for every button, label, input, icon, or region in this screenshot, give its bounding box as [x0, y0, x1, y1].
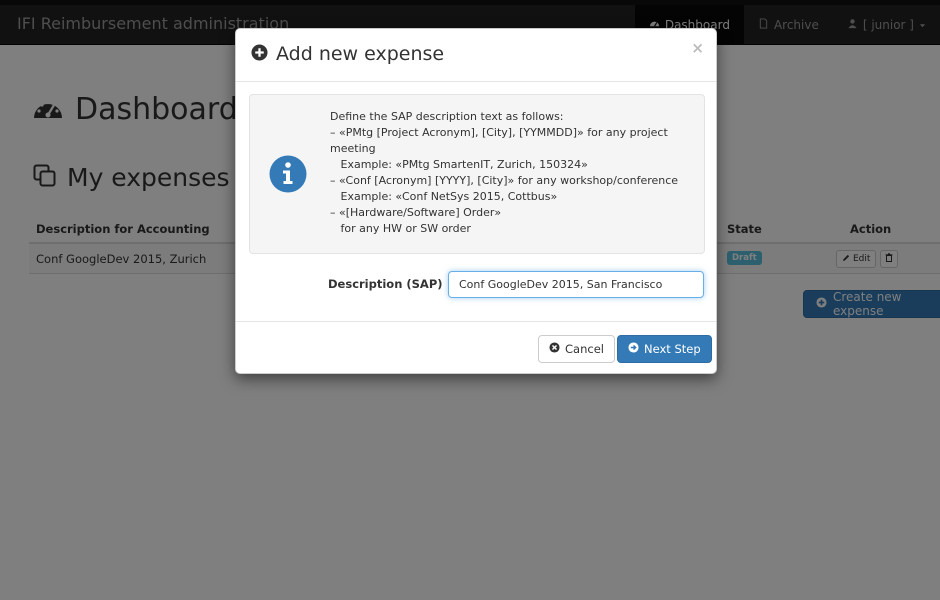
- info-line: Example: «Conf NetSys 2015, Cottbus»: [330, 190, 558, 203]
- add-expense-modal: Add new expense × Define the SAP descrip…: [235, 28, 717, 374]
- info-line: meeting: [330, 142, 376, 155]
- next-step-button-label: Next Step: [644, 342, 701, 356]
- info-line: Example: «PMtg SmartenIT, Zurich, 150324…: [330, 158, 588, 171]
- arrow-circle-right-icon: [628, 342, 639, 356]
- modal-title-text: Add new expense: [276, 43, 445, 65]
- info-line: – «Conf [Acronym] [YYYY], [City]» for an…: [330, 174, 679, 187]
- plus-circle-icon: [251, 43, 268, 65]
- info-line: for any HW or SW order: [330, 222, 471, 235]
- modal-footer: Cancel Next Step: [236, 321, 716, 375]
- info-line: – «[Hardware/Software] Order»: [330, 206, 502, 219]
- info-text: Define the SAP description text as follo…: [330, 109, 690, 237]
- description-sap-input[interactable]: [448, 271, 704, 298]
- info-line: – «PMtg [Project Acronym], [City], [YYMM…: [330, 126, 668, 139]
- times-circle-icon: [549, 342, 560, 356]
- description-sap-label: Description (SAP): [328, 277, 443, 291]
- cancel-button[interactable]: Cancel: [538, 335, 615, 363]
- next-step-button[interactable]: Next Step: [617, 335, 712, 363]
- info-line: Define the SAP description text as follo…: [330, 110, 564, 123]
- cancel-button-label: Cancel: [565, 342, 604, 356]
- info-icon: [269, 155, 307, 197]
- info-panel: Define the SAP description text as follo…: [249, 94, 705, 254]
- modal-header: Add new expense ×: [236, 29, 716, 82]
- close-button[interactable]: ×: [691, 39, 704, 57]
- modal-title: Add new expense: [251, 43, 444, 65]
